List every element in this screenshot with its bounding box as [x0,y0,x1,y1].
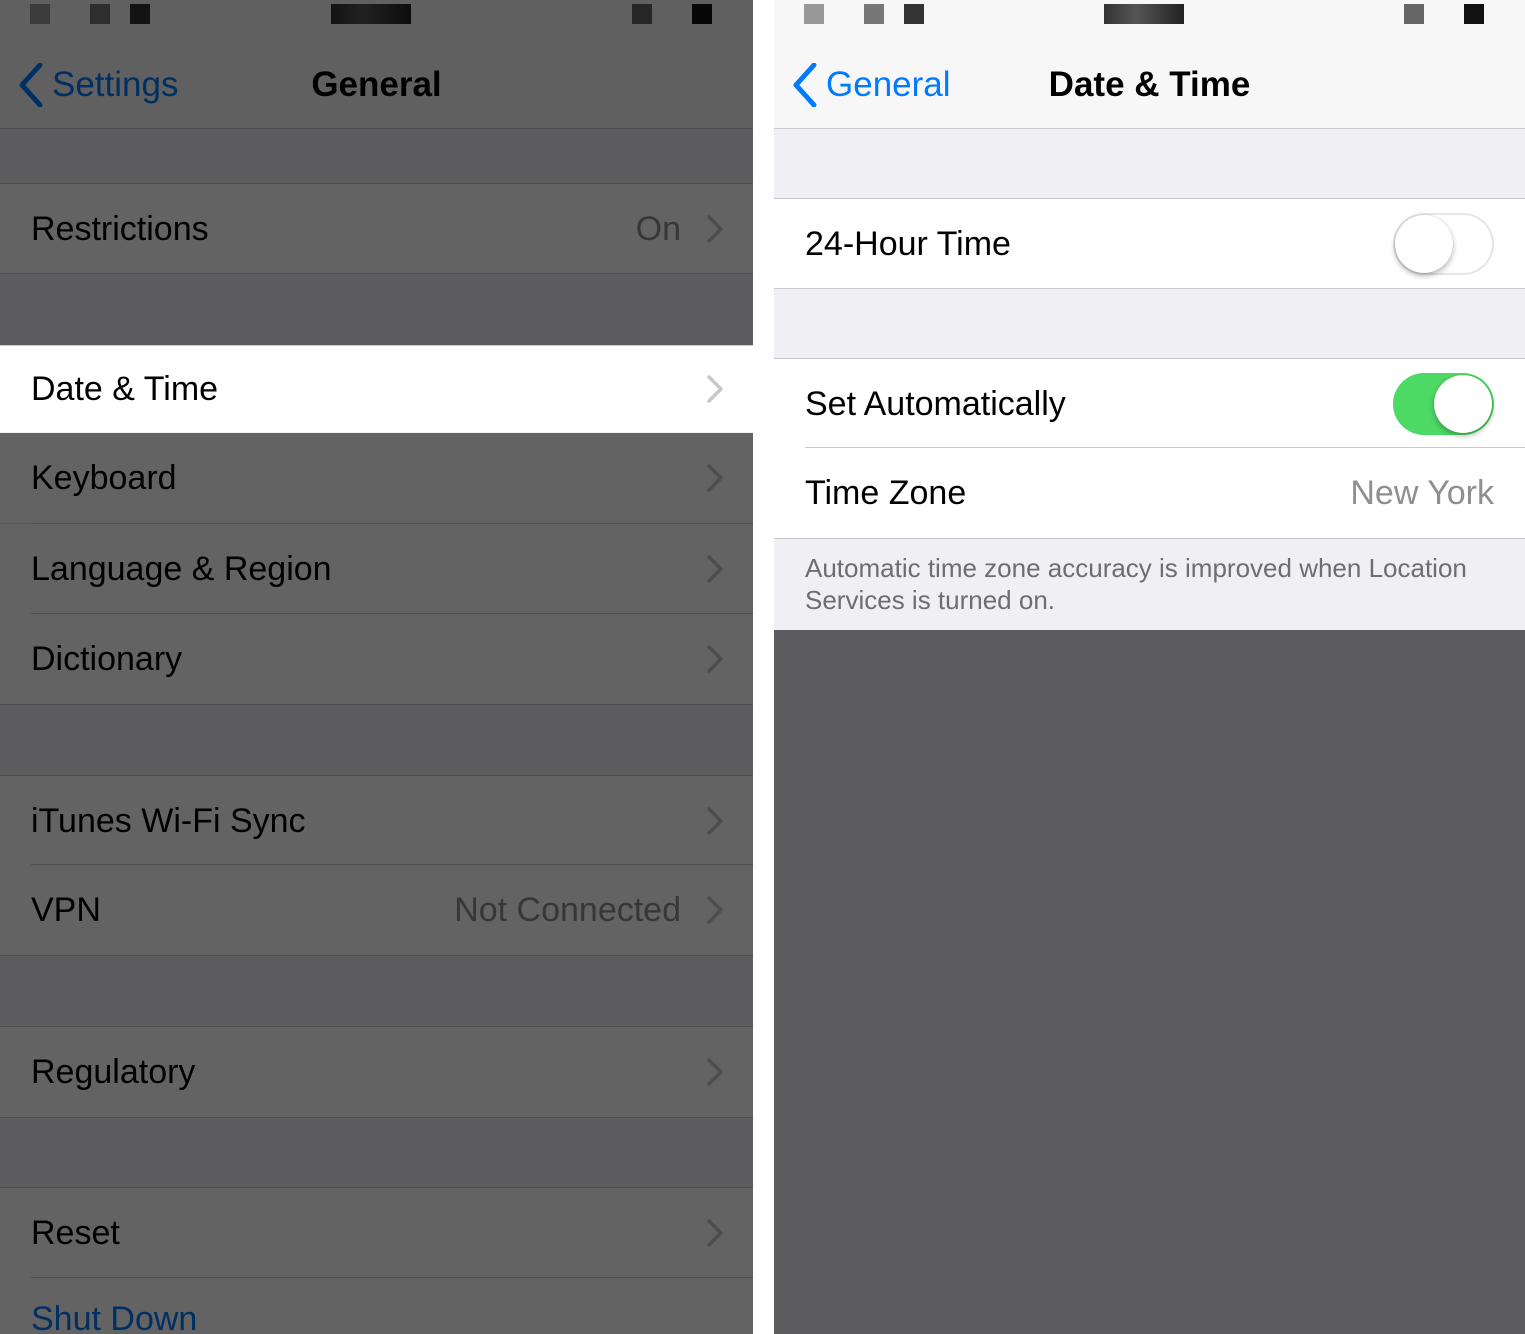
status-icon [90,4,110,24]
row-label: Date & Time [31,369,219,408]
row-label: iTunes Wi-Fi Sync [31,801,306,840]
chevron-right-icon [707,645,723,673]
chevron-right-icon [707,215,723,243]
chevron-right-icon [707,807,723,835]
date-time-screen: General Date & Time 24-Hour Time Set Aut… [774,0,1525,1334]
status-icon [632,4,652,24]
row-value: New York [1350,473,1494,512]
footer-note: Automatic time zone accuracy is improved… [805,553,1467,615]
row-24-hour-time: 24-Hour Time [774,199,1525,289]
status-icon [30,4,50,24]
dim-overlay [774,630,1525,1334]
row-label: Language & Region [31,549,332,588]
status-icon [804,4,824,24]
row-label: Regulatory [31,1052,196,1091]
page-title: Date & Time [1048,65,1251,104]
status-icon [1404,4,1424,24]
general-screen: Settings General Restrictions On Date & … [0,0,753,1334]
row-label: Restrictions [31,209,209,248]
row-value: Not Connected [454,890,681,929]
row-label: Dictionary [31,639,183,678]
chevron-right-icon [707,1058,723,1086]
chevron-right-icon [707,375,723,403]
divider [0,955,753,956]
toggle-knob [1434,375,1492,433]
row-label: Time Zone [805,473,967,512]
row-vpn[interactable]: VPN Not Connected [0,865,753,955]
page-title: General [311,65,442,104]
row-itunes-wifi-sync[interactable]: iTunes Wi-Fi Sync [0,776,753,866]
divider [774,288,1525,289]
status-icon [130,4,150,24]
row-time-zone[interactable]: Time Zone New York [774,448,1525,538]
status-bar [774,0,1525,42]
row-dictionary[interactable]: Dictionary [0,614,753,704]
status-icon [864,4,884,24]
status-time [331,4,411,24]
toggle-knob [1395,215,1453,273]
divider [774,538,1525,539]
row-label: Set Automatically [805,384,1066,423]
row-value: On [635,209,681,248]
battery-icon [692,4,712,24]
set-automatically-toggle[interactable] [1393,373,1494,435]
divider [0,1117,753,1118]
divider [0,704,753,705]
row-regulatory[interactable]: Regulatory [0,1027,753,1117]
row-reset[interactable]: Reset [0,1188,753,1278]
row-set-automatically: Set Automatically [774,359,1525,449]
row-label: VPN [31,890,101,929]
row-label: 24-Hour Time [805,224,1011,263]
chevron-right-icon [707,555,723,583]
status-icon [904,4,924,24]
battery-icon [1464,4,1484,24]
nav-bar: General Date & Time [774,42,1525,129]
row-restrictions[interactable]: Restrictions On [0,184,753,274]
divider [0,273,753,274]
nav-bar: Settings General [0,42,753,129]
row-shut-down[interactable]: Shut Down [0,1278,753,1334]
chevron-right-icon [707,1219,723,1247]
24-hour-time-toggle[interactable] [1393,213,1494,275]
row-language-region[interactable]: Language & Region [0,524,753,614]
row-label: Keyboard [31,458,177,497]
status-time [1104,4,1184,24]
row-keyboard[interactable]: Keyboard [0,433,753,523]
row-label: Shut Down [31,1300,198,1334]
chevron-right-icon [707,896,723,924]
row-date-time[interactable]: Date & Time [0,346,753,432]
status-bar [0,0,753,42]
row-label: Reset [31,1213,120,1252]
chevron-right-icon [707,464,723,492]
